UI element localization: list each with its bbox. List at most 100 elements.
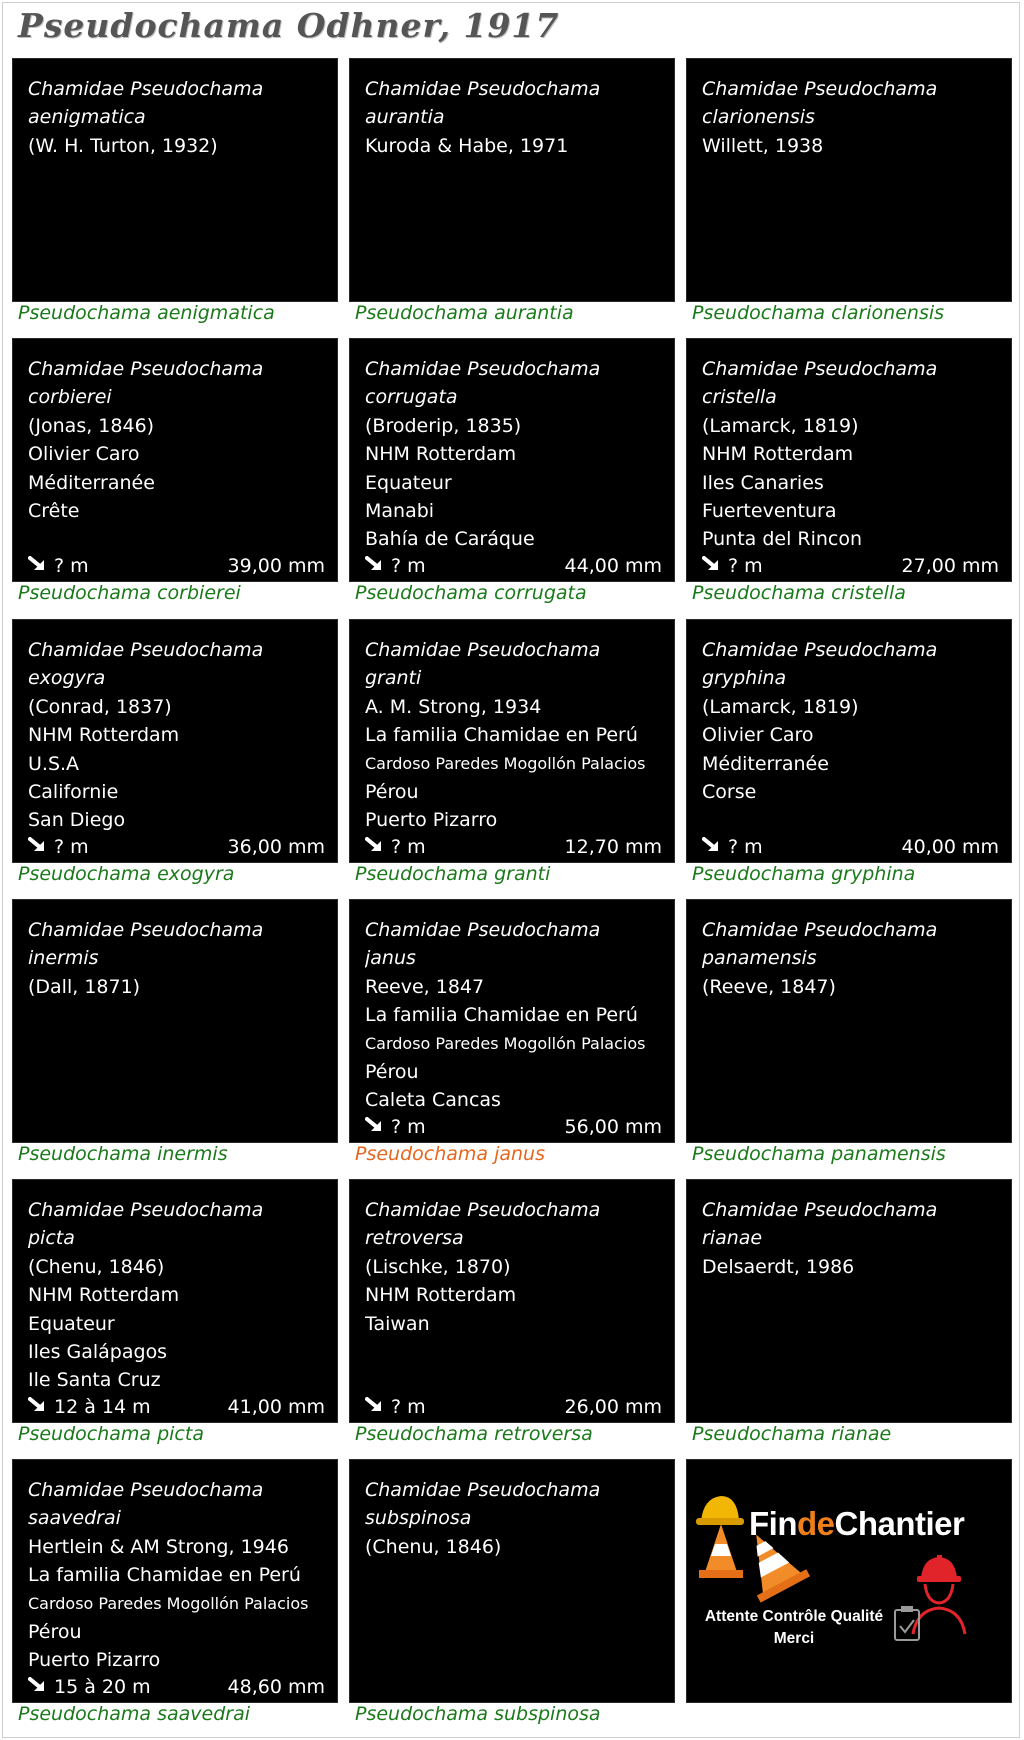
species-card[interactable]: Chamidae Pseudochama retroversa (Lischke, … [349, 1179, 675, 1423]
size-value: 27,00 mm [901, 555, 999, 577]
species-caption-link[interactable]: Pseudochama picta [18, 1421, 358, 1447]
species-card[interactable]: Chamidae Pseudochama panamensis (Reeve, 18… [686, 899, 1012, 1143]
card-text: Chamidae Pseudochama retroversa (Lischke, … [365, 1196, 670, 1338]
species-caption-link[interactable]: Pseudochama panamensis [692, 1141, 1024, 1167]
species-card[interactable]: Chamidae Pseudochama janus Reeve, 1847 La f… [349, 899, 675, 1143]
detail-line: La familia Chamidae en Perú [365, 724, 638, 747]
detail-line: La familia Chamidae en Perú [28, 1564, 301, 1587]
family-genus: Chamidae Pseudochama [365, 1479, 601, 1501]
species-card[interactable]: Chamidae Pseudochama aurantia Kuroda & Hab… [349, 58, 675, 302]
detail-line: Olivier Caro [702, 724, 814, 747]
species-card[interactable]: Chamidae Pseudochama granti A. M. Strong, … [349, 619, 675, 863]
species-card[interactable]: Chamidae Pseudochama saavedrai Hertlein & … [12, 1459, 338, 1703]
card-text: Chamidae Pseudochama aenigmatica (W. H. Tu… [28, 75, 333, 160]
status-text: Attente Contrôle Qualité [704, 1608, 884, 1625]
species-card[interactable]: Chamidae Pseudochama corbierei (Jonas, 184… [12, 338, 338, 582]
detail-line: Californie [28, 780, 119, 803]
size-value: 44,00 mm [564, 555, 662, 577]
depth-value: ? m [365, 1394, 426, 1420]
author-year: Reeve, 1847 [365, 975, 485, 998]
species-caption-link[interactable]: Pseudochama janus [355, 1141, 695, 1167]
detail-line: Méditerranée [28, 471, 155, 494]
depth-text: 15 à 20 m [54, 1676, 151, 1698]
species-caption-link[interactable]: Pseudochama saavedrai [18, 1701, 358, 1727]
detail-line: Ile Santa Cruz [28, 1369, 161, 1392]
species-caption-link[interactable]: Pseudochama granti [355, 861, 695, 887]
species-caption-link[interactable]: Pseudochama exogyra [18, 861, 358, 887]
card-footer: ? m 56,00 mm [365, 1114, 662, 1140]
species-card[interactable]: Chamidae Pseudochama gryphina (Lamarck, 18… [686, 619, 1012, 863]
species-caption-link[interactable]: Pseudochama subspinosa [355, 1701, 695, 1727]
species-epithet: exogyra [28, 667, 106, 690]
species-caption-link[interactable]: Pseudochama clarionensis [692, 300, 1024, 326]
size-value: 36,00 mm [227, 836, 325, 858]
species-caption-link[interactable]: Pseudochama aenigmatica [18, 300, 358, 326]
card-text: Chamidae Pseudochama picta (Chenu, 1846) NH… [28, 1196, 333, 1395]
depth-value: ? m [702, 553, 763, 579]
down-right-arrow-icon [28, 837, 48, 855]
species-cell: Chamidae Pseudochama gryphina (Lamarck, 18… [686, 619, 1012, 885]
species-caption-link[interactable]: Pseudochama gryphina [692, 861, 1024, 887]
species-caption-link[interactable]: Pseudochama cristella [692, 580, 1024, 606]
author-year: Kuroda & Habe, 1971 [365, 134, 569, 157]
family-genus: Chamidae Pseudochama [28, 919, 264, 941]
size-value: 39,00 mm [227, 555, 325, 577]
down-right-arrow-icon [702, 556, 722, 574]
depth-text: ? m [391, 555, 426, 577]
depth-text: ? m [54, 836, 89, 858]
species-card[interactable]: Chamidae Pseudochama rianae Delsaerdt, 198… [686, 1179, 1012, 1423]
brand-part: Chantier [834, 1505, 965, 1542]
down-right-arrow-icon [365, 1397, 385, 1415]
depth-value: 12 à 14 m [28, 1394, 151, 1420]
detail-line: Pérou [365, 1060, 419, 1083]
detail-line: Caleta Cancas [365, 1089, 501, 1112]
species-cell: Chamidae Pseudochama saavedrai Hertlein & … [12, 1459, 338, 1725]
detail-line: NHM Rotterdam [365, 1284, 517, 1307]
down-right-arrow-icon [28, 1397, 48, 1415]
family-genus: Chamidae Pseudochama [365, 919, 601, 941]
card-text: Chamidae Pseudochama granti A. M. Strong, … [365, 636, 670, 835]
species-card[interactable]: Chamidae Pseudochama corrugata (Broderip, … [349, 338, 675, 582]
depth-value: ? m [28, 834, 89, 860]
species-epithet: retroversa [365, 1227, 464, 1250]
species-cell: Chamidae Pseudochama granti A. M. Strong, … [349, 619, 675, 885]
depth-value: ? m [365, 553, 426, 579]
species-cell: Chamidae Pseudochama panamensis (Reeve, 18… [686, 899, 1012, 1165]
card-text: Chamidae Pseudochama corbierei (Jonas, 184… [28, 355, 333, 525]
species-cell: Chamidae Pseudochama janus Reeve, 1847 La f… [349, 899, 675, 1165]
species-caption-link[interactable]: Pseudochama corrugata [355, 580, 695, 606]
species-caption-link[interactable]: Pseudochama aurantia [355, 300, 695, 326]
species-cell: Chamidae Pseudochama clarionensis Willett,… [686, 58, 1012, 324]
detail-line: Pérou [365, 780, 419, 803]
species-epithet: aenigmatica [28, 106, 146, 129]
species-caption-link[interactable]: Pseudochama corbierei [18, 580, 358, 606]
card-footer: ? m 26,00 mm [365, 1394, 662, 1420]
card-text: Chamidae Pseudochama subspinosa (Chenu, 18… [365, 1476, 670, 1561]
author-year: (Broderip, 1835) [365, 414, 522, 437]
detail-line: NHM Rotterdam [28, 724, 180, 747]
species-card[interactable]: Chamidae Pseudochama exogyra (Conrad, 1837… [12, 619, 338, 863]
detail-line: Méditerranée [702, 752, 829, 775]
author-year: (Conrad, 1837) [28, 695, 172, 718]
author-year: (Lamarck, 1819) [702, 695, 859, 718]
card-text: Chamidae Pseudochama cristella (Lamarck, 1… [702, 355, 1007, 554]
family-genus: Chamidae Pseudochama [365, 358, 601, 380]
size-value: 56,00 mm [564, 1116, 662, 1138]
author-year: Delsaerdt, 1986 [702, 1255, 855, 1278]
species-card[interactable]: Chamidae Pseudochama inermis (Dall, 1871) [12, 899, 338, 1143]
detail-line: Bahía de Caráque [365, 528, 535, 551]
species-card[interactable]: Chamidae Pseudochama aenigmatica (W. H. Tu… [12, 58, 338, 302]
species-card[interactable]: Chamidae Pseudochama clarionensis Willett,… [686, 58, 1012, 302]
species-card[interactable]: Chamidae Pseudochama picta (Chenu, 1846) NH… [12, 1179, 338, 1423]
card-text: Chamidae Pseudochama rianae Delsaerdt, 198… [702, 1196, 1007, 1281]
species-cell: Chamidae Pseudochama aenigmatica (W. H. Tu… [12, 58, 338, 324]
species-card[interactable]: Chamidae Pseudochama subspinosa (Chenu, 18… [349, 1459, 675, 1703]
species-caption-link[interactable]: Pseudochama inermis [18, 1141, 358, 1167]
species-cell: Chamidae Pseudochama cristella (Lamarck, 1… [686, 338, 1012, 604]
depth-text: ? m [391, 1396, 426, 1418]
card-text: Chamidae Pseudochama saavedrai Hertlein & … [28, 1476, 333, 1675]
species-caption-link[interactable]: Pseudochama rianae [692, 1421, 1024, 1447]
species-epithet: saavedrai [28, 1507, 121, 1530]
species-card[interactable]: Chamidae Pseudochama cristella (Lamarck, 1… [686, 338, 1012, 582]
species-caption-link[interactable]: Pseudochama retroversa [355, 1421, 695, 1447]
